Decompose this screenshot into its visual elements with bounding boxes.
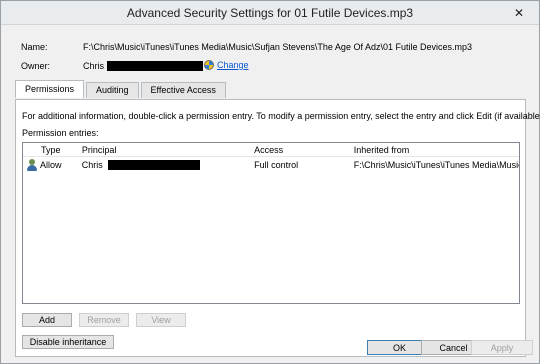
close-button[interactable]: ✕ — [505, 4, 533, 21]
name-label: Name: — [21, 42, 48, 52]
owner-label: Owner: — [21, 61, 51, 71]
principal-redaction — [108, 160, 201, 170]
permission-entries-list[interactable]: Type Principal Access Inherited from All… — [22, 142, 520, 304]
tab-auditing[interactable]: Auditing — [86, 82, 139, 98]
table-row[interactable]: Allow Chris Full control F:\Chris\Music\… — [23, 157, 519, 173]
owner-name: Chris — [83, 61, 105, 71]
permissions-tab-panel: For additional information, double-click… — [15, 99, 540, 357]
title-bar: Advanced Security Settings for 01 Futile… — [1, 1, 539, 25]
row-access: Full control — [254, 160, 299, 170]
remove-button[interactable]: Remove — [79, 313, 129, 327]
column-header-principal[interactable]: Principal — [78, 145, 250, 155]
name-value: F:\Chris\Music\iTunes\iTunes Media\Music… — [83, 42, 472, 52]
add-button[interactable]: Add — [22, 313, 72, 327]
change-owner-label: Change — [217, 60, 249, 70]
advanced-security-settings-window: Advanced Security Settings for 01 Futile… — [0, 0, 540, 364]
disable-inheritance-button[interactable]: Disable inheritance — [22, 335, 114, 349]
row-principal-cell: Chris — [78, 160, 250, 170]
tab-effective-access[interactable]: Effective Access — [140, 82, 226, 98]
row-type-cell: Allow — [23, 159, 78, 171]
view-button[interactable]: View — [136, 313, 186, 327]
close-icon: ✕ — [513, 5, 525, 20]
owner-value: Chris — [83, 61, 203, 71]
tab-permissions[interactable]: Permissions — [15, 80, 85, 98]
permission-entries-label: Permission entries: — [22, 128, 99, 138]
row-principal: Chris — [81, 160, 103, 170]
change-owner-link[interactable]: Change — [204, 60, 249, 70]
list-header: Type Principal Access Inherited from — [23, 143, 519, 157]
tab-strip: Permissions Auditing Effective Access — [15, 80, 226, 98]
window-title: Advanced Security Settings for 01 Futile… — [126, 6, 414, 20]
permissions-info-text: For additional information, double-click… — [22, 111, 540, 121]
owner-redaction — [106, 61, 203, 71]
column-header-inherited-from[interactable]: Inherited from — [350, 145, 519, 155]
column-header-access[interactable]: Access — [250, 145, 350, 155]
uac-shield-icon — [204, 60, 214, 70]
dialog-content: Name: F:\Chris\Music\iTunes\iTunes Media… — [1, 26, 540, 357]
row-type: Allow — [40, 160, 62, 170]
user-icon — [27, 159, 37, 171]
column-header-type[interactable]: Type — [23, 145, 78, 155]
row-inherited-from: F:\Chris\Music\iTunes\iTunes Media\Music… — [353, 160, 519, 170]
apply-button[interactable]: Apply — [471, 340, 533, 355]
